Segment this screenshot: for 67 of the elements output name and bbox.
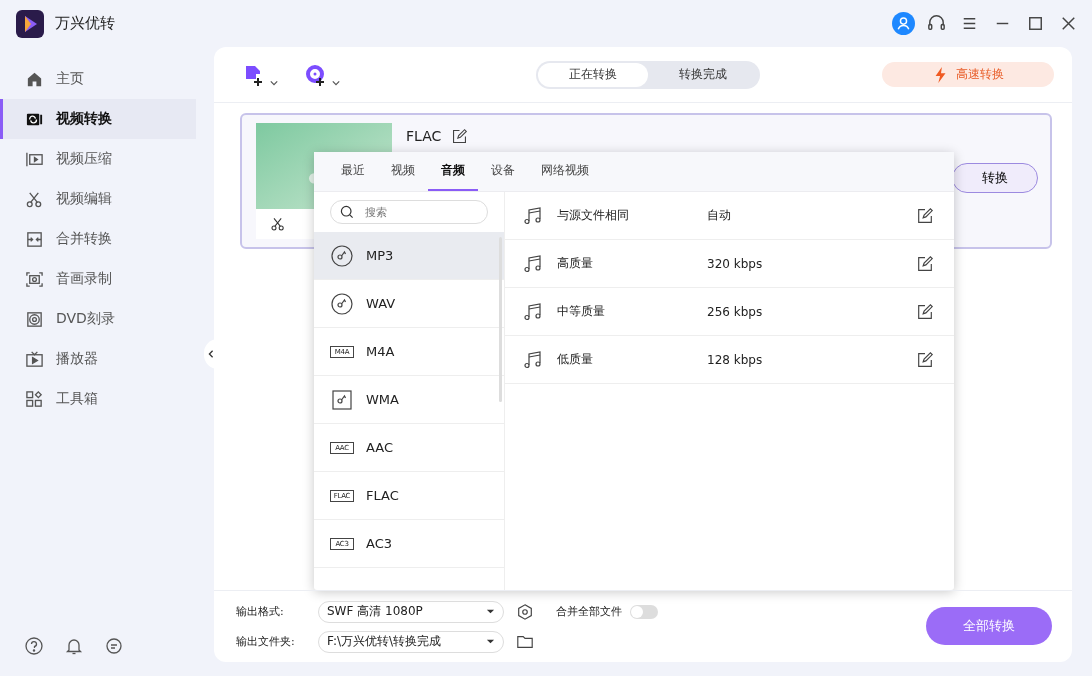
preset-row[interactable]: 中等质量 256 kbps [505,288,954,336]
music-note-icon [523,253,543,274]
audio-file-icon [330,387,354,412]
preset-bitrate: 320 kbps [707,256,764,271]
caret-icon [486,607,495,616]
sidebar-item[interactable]: 工具箱 [0,379,193,419]
search-field[interactable]: 搜索 [330,200,488,224]
feedback-icon[interactable] [104,636,124,656]
sidebar-item[interactable]: 视频转换 [0,99,196,139]
preset-name: 低质量 [557,351,594,368]
sidebar-item[interactable]: DVD刻录 [0,299,193,339]
edit-icon[interactable] [916,254,934,273]
caret-icon [486,637,495,646]
preset-row[interactable]: 高质量 320 kbps [505,240,954,288]
format-tab[interactable]: 音频 [428,152,478,191]
format-tab[interactable]: 视频 [378,152,428,191]
format-name: FLAC [406,128,442,144]
sidebar-item[interactable]: 音画录制 [0,259,193,299]
caret-icon[interactable] [270,78,278,87]
preset-bitrate: 256 kbps [707,304,764,319]
sidebar-item[interactable]: 播放器 [0,339,193,379]
format-tab[interactable]: 网络视频 [528,152,602,191]
bell-icon[interactable] [64,636,84,656]
scissors-icon[interactable] [270,216,286,232]
edit-icon[interactable] [916,206,934,225]
output-folder-label: 输出文件夹: [236,634,296,649]
search-icon [339,204,355,220]
edit-icon[interactable] [916,302,934,321]
segment-tab[interactable]: 正在转换 [538,62,648,87]
window-title: 万兴优转 [55,14,115,33]
record-icon [25,269,44,289]
convert-button[interactable]: 转换 [952,163,1038,193]
preset-bitrate: 128 kbps [707,352,764,367]
convert-all-button[interactable]: 全部转换 [926,607,1052,645]
music-note-icon [523,205,543,226]
merge-toggle[interactable] [630,604,658,619]
sidebar-item[interactable]: 合并转换 [0,219,193,259]
format-item[interactable]: MP3 [314,232,504,280]
toolbox-icon [25,389,44,409]
preset-name: 高质量 [557,255,594,272]
app-logo [16,9,44,38]
sidebar-item[interactable]: 主页 [0,59,193,99]
segment-tab[interactable]: 转换完成 [648,62,758,87]
format-tab[interactable]: 最近 [328,152,378,191]
preset-name: 中等质量 [557,303,606,320]
sidebar-item[interactable]: 视频编辑 [0,179,193,219]
sidebar-item[interactable]: 视频压缩 [0,139,193,179]
output-format-label: 输出格式: [236,604,285,619]
dvd-icon [25,309,44,329]
edit-icon[interactable] [916,350,934,369]
preset-row[interactable]: 低质量 128 kbps [505,336,954,384]
edit-icon[interactable] [451,127,469,145]
preset-name: 与源文件相同 [557,207,630,224]
disc-icon [330,291,354,316]
user-avatar-icon[interactable] [892,12,915,35]
preset-row[interactable]: 与源文件相同 自动 [505,192,954,240]
preset-bitrate: 自动 [707,207,732,224]
format-tab[interactable]: 设备 [478,152,528,191]
settings-icon[interactable] [516,602,534,621]
caret-icon[interactable] [332,78,340,87]
merge-icon [25,229,44,249]
help-icon[interactable] [24,636,44,656]
disc-icon [330,243,354,268]
player-icon [25,349,44,369]
music-note-icon [523,301,543,322]
merge-label: 合并全部文件 [556,604,622,619]
music-note-icon [523,349,543,370]
